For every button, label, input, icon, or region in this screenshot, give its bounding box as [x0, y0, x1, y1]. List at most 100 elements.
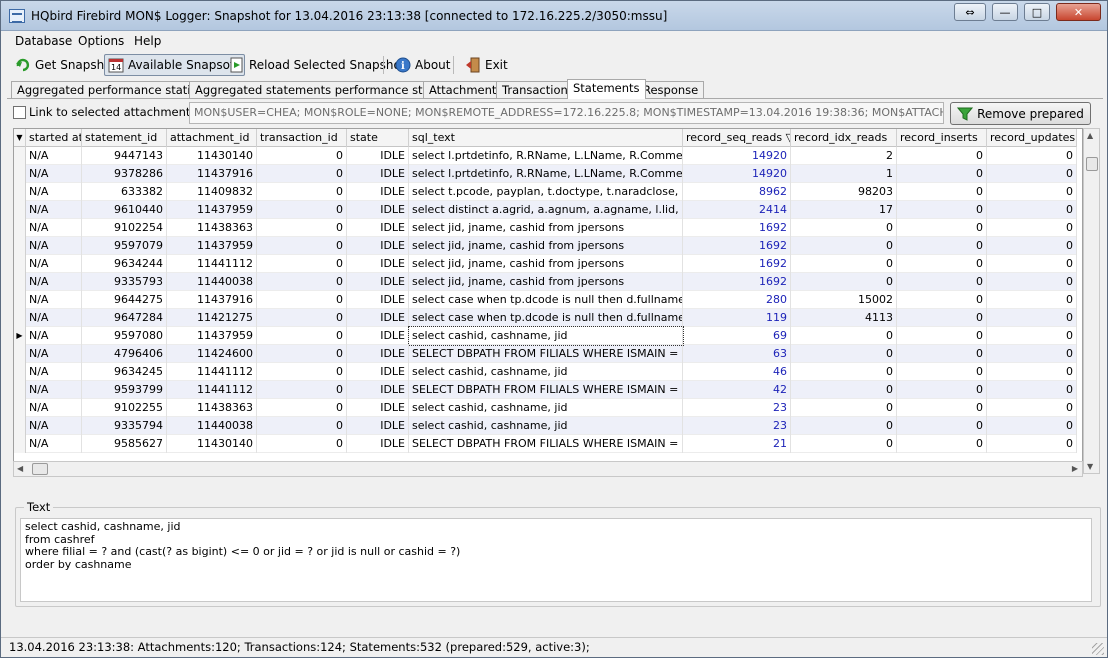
cell-record-inserts[interactable]: 0	[897, 435, 987, 453]
table-row[interactable]: N/A 9335793 11440038 0 IDLE select jid, jname…	[14, 273, 1077, 291]
cell-record-inserts[interactable]: 0	[897, 219, 987, 237]
cell-record-idx-reads[interactable]: 0	[791, 237, 897, 255]
cell-state[interactable]: IDLE	[347, 327, 409, 345]
cell-record-updates[interactable]: 0	[987, 255, 1077, 273]
table-row[interactable]: N/A 9634245 11441112 0 IDLE select cashid, ca…	[14, 363, 1077, 381]
table-row[interactable]: N/A 9585627 11430140 0 IDLE SELECT DBPATH FRO…	[14, 435, 1077, 453]
column-header-record-inserts[interactable]: record_inserts	[897, 129, 987, 147]
available-snapshots-button[interactable]: 14 Available Snapsots	[104, 54, 245, 76]
row-indicator[interactable]	[14, 381, 26, 399]
attachment-field[interactable]: MON$USER=CHEA; MON$ROLE=NONE; MON$REMOTE…	[189, 102, 944, 124]
cell-sql-text[interactable]: select l.prtdetinfo, R.RName, L.LName, R…	[409, 147, 683, 165]
cell-record-updates[interactable]: 0	[987, 363, 1077, 381]
cell-transaction-id[interactable]: 0	[257, 435, 347, 453]
cell-started-at[interactable]: N/A	[26, 147, 82, 165]
cell-record-seq-reads[interactable]: 119	[683, 309, 791, 327]
cell-transaction-id[interactable]: 0	[257, 147, 347, 165]
cell-started-at[interactable]: N/A	[26, 165, 82, 183]
cell-statement-id[interactable]: 9644275	[82, 291, 167, 309]
row-indicator[interactable]	[14, 147, 26, 165]
cell-record-updates[interactable]: 0	[987, 165, 1077, 183]
cell-sql-text[interactable]: select cashid, cashname, jid	[408, 326, 684, 346]
cell-record-updates[interactable]: 0	[987, 291, 1077, 309]
cell-transaction-id[interactable]: 0	[257, 165, 347, 183]
cell-record-idx-reads[interactable]: 17	[791, 201, 897, 219]
table-row[interactable]: N/A 9378286 11437916 0 IDLE select l.prtdetin…	[14, 165, 1077, 183]
scroll-down-icon[interactable]: ▼	[1087, 462, 1093, 471]
column-header-transaction-id[interactable]: transaction_id	[257, 129, 347, 147]
cell-record-idx-reads[interactable]: 0	[791, 399, 897, 417]
cell-record-idx-reads[interactable]: 0	[791, 363, 897, 381]
cell-record-idx-reads[interactable]: 0	[791, 345, 897, 363]
cell-attachment-id[interactable]: 11437959	[167, 327, 257, 345]
cell-statement-id[interactable]: 9585627	[82, 435, 167, 453]
cell-statement-id[interactable]: 9610440	[82, 201, 167, 219]
table-row[interactable]: N/A 9102255 11438363 0 IDLE select cashid, ca…	[14, 399, 1077, 417]
cell-statement-id[interactable]: 4796406	[82, 345, 167, 363]
table-row[interactable]: N/A 9447143 11430140 0 IDLE select l.prtdetin…	[14, 147, 1077, 165]
cell-statement-id[interactable]: 9634245	[82, 363, 167, 381]
cell-record-updates[interactable]: 0	[987, 399, 1077, 417]
cell-attachment-id[interactable]: 11409832	[167, 183, 257, 201]
table-row[interactable]: ▶ N/A 9597080 11437959 0 IDLE select cashid, c…	[14, 326, 1077, 346]
cell-sql-text[interactable]: select cashid, cashname, jid	[409, 417, 683, 435]
cell-state[interactable]: IDLE	[347, 381, 409, 399]
cell-state[interactable]: IDLE	[347, 219, 409, 237]
sql-text-area[interactable]: select cashid, cashname, jid from cashre…	[20, 518, 1092, 602]
cell-attachment-id[interactable]: 11421275	[167, 309, 257, 327]
cell-attachment-id[interactable]: 11424600	[167, 345, 257, 363]
row-indicator[interactable]	[14, 291, 26, 309]
sort-indicator-icon[interactable]: ▼	[14, 129, 26, 147]
row-indicator[interactable]	[14, 417, 26, 435]
cell-started-at[interactable]: N/A	[26, 273, 82, 291]
table-row[interactable]: N/A 4796406 11424600 0 IDLE SELECT DBPATH FRO…	[14, 345, 1077, 363]
table-row[interactable]: N/A 633382 11409832 0 IDLE select t.pcode, pa…	[14, 183, 1077, 201]
cell-sql-text[interactable]: select distinct a.agrid, a.agnum, a.agna…	[409, 201, 683, 219]
cell-started-at[interactable]: N/A	[26, 435, 82, 453]
column-header-statement-id[interactable]: statement_id	[82, 129, 167, 147]
cell-record-inserts[interactable]: 0	[897, 201, 987, 219]
cell-record-idx-reads[interactable]: 4113	[791, 309, 897, 327]
cell-sql-text[interactable]: SELECT DBPATH FROM FILIALS WHERE ISMAIN …	[409, 381, 683, 399]
cell-statement-id[interactable]: 9102254	[82, 219, 167, 237]
cell-attachment-id[interactable]: 11430140	[167, 435, 257, 453]
cell-record-inserts[interactable]: 0	[897, 363, 987, 381]
cell-attachment-id[interactable]: 11437959	[167, 201, 257, 219]
cell-statement-id[interactable]: 9447143	[82, 147, 167, 165]
cell-state[interactable]: IDLE	[347, 291, 409, 309]
cell-record-updates[interactable]: 0	[987, 345, 1077, 363]
cell-record-updates[interactable]: 0	[987, 381, 1077, 399]
cell-record-inserts[interactable]: 0	[897, 417, 987, 435]
cell-record-updates[interactable]: 0	[987, 435, 1077, 453]
cell-record-idx-reads[interactable]: 0	[791, 381, 897, 399]
cell-sql-text[interactable]: select l.prtdetinfo, R.RName, L.LName, R…	[409, 165, 683, 183]
cell-statement-id[interactable]: 9335793	[82, 273, 167, 291]
cell-statement-id[interactable]: 9597079	[82, 237, 167, 255]
cell-record-seq-reads[interactable]: 2414	[683, 201, 791, 219]
cell-attachment-id[interactable]: 11441112	[167, 381, 257, 399]
cell-record-seq-reads[interactable]: 1692	[683, 255, 791, 273]
cell-record-seq-reads[interactable]: 46	[683, 363, 791, 381]
cell-state[interactable]: IDLE	[347, 147, 409, 165]
cell-transaction-id[interactable]: 0	[257, 381, 347, 399]
cell-attachment-id[interactable]: 11440038	[167, 417, 257, 435]
cell-state[interactable]: IDLE	[347, 417, 409, 435]
cell-record-updates[interactable]: 0	[987, 201, 1077, 219]
close-button[interactable]: ✕	[1056, 3, 1101, 21]
cell-record-inserts[interactable]: 0	[897, 327, 987, 345]
cell-transaction-id[interactable]: 0	[257, 183, 347, 201]
cell-attachment-id[interactable]: 11438363	[167, 219, 257, 237]
minimize-button[interactable]: —	[992, 3, 1018, 21]
cell-statement-id[interactable]: 9102255	[82, 399, 167, 417]
grid-vertical-scrollbar[interactable]: ▲ ▼	[1083, 128, 1100, 474]
cell-record-seq-reads[interactable]: 23	[683, 417, 791, 435]
cell-record-seq-reads[interactable]: 23	[683, 399, 791, 417]
cell-record-seq-reads[interactable]: 280	[683, 291, 791, 309]
cell-transaction-id[interactable]: 0	[257, 399, 347, 417]
cell-record-updates[interactable]: 0	[987, 327, 1077, 345]
row-indicator[interactable]	[14, 255, 26, 273]
cell-sql-text[interactable]: select cashid, cashname, jid	[409, 399, 683, 417]
cell-attachment-id[interactable]: 11437916	[167, 291, 257, 309]
cell-record-idx-reads[interactable]: 0	[791, 417, 897, 435]
cell-record-updates[interactable]: 0	[987, 309, 1077, 327]
